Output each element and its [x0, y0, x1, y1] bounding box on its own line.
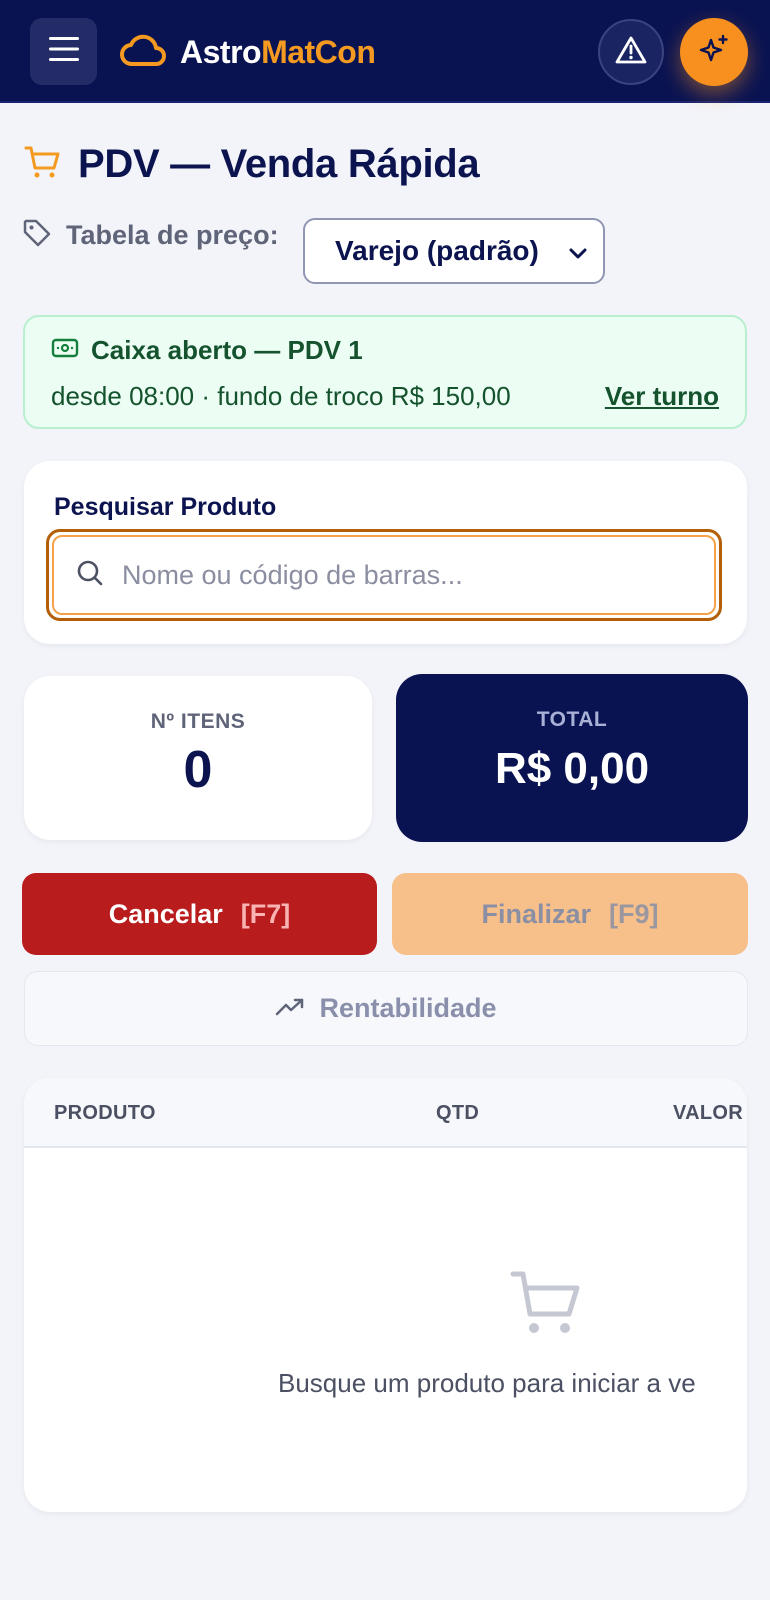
column-header-product: PRODUTO — [54, 1102, 156, 1124]
finish-shortcut: [F9] — [609, 898, 659, 929]
menu-icon — [48, 36, 79, 67]
page-title-text: PDV — Venda Rápida — [78, 142, 480, 186]
alerts-button[interactable] — [598, 19, 664, 85]
tag-icon — [22, 218, 52, 253]
search-field-inner[interactable] — [52, 535, 716, 615]
logo-text-matcon: MatCon — [261, 33, 376, 70]
items-count-card: Nº ITENS 0 — [24, 676, 372, 840]
cash-register-title: Caixa aberto — PDV 1 — [51, 335, 363, 366]
search-input[interactable] — [122, 559, 642, 591]
total-value: R$ 0,00 — [494, 744, 650, 793]
price-table-label: Tabela de preço: — [66, 220, 279, 250]
table-header: PRODUTO QTD VALOR — [24, 1078, 747, 1148]
column-header-value: VALOR — [673, 1102, 744, 1124]
chevron-down-icon — [569, 235, 587, 267]
logo-text-astro: Astro — [180, 33, 262, 70]
price-table-row: Tabela de preço: — [22, 218, 279, 253]
ai-assistant-button[interactable] — [680, 18, 748, 86]
app-logo[interactable]: AstroMatCon — [120, 28, 376, 76]
cash-register-title-text: Caixa aberto — PDV 1 — [91, 335, 363, 365]
search-icon — [76, 559, 104, 592]
view-shift-link[interactable]: Ver turno — [605, 381, 719, 412]
search-field[interactable] — [46, 529, 722, 621]
cart-table: PRODUTO QTD VALOR Busque um produto para… — [24, 1078, 747, 1512]
cancel-button-label: Cancelar — [108, 898, 223, 929]
profitability-label: Rentabilidade — [319, 993, 497, 1023]
total-card: TOTAL R$ 0,00 — [396, 674, 748, 842]
finish-button-label: Finalizar — [481, 898, 592, 929]
search-card: Pesquisar Produto — [24, 461, 747, 644]
menu-button[interactable] — [30, 18, 97, 85]
profitability-button[interactable]: Rentabilidade — [24, 971, 748, 1046]
finish-button[interactable]: Finalizar [F9] — [392, 873, 748, 955]
trending-up-icon — [275, 993, 305, 1024]
cash-register-status: Caixa aberto — PDV 1 desde 08:00 · fundo… — [23, 315, 747, 429]
items-count-value: 0 — [183, 741, 213, 799]
sparkles-icon — [697, 33, 731, 72]
price-table-selected-value: Varejo (padrão) — [335, 235, 539, 266]
alert-triangle-icon — [615, 35, 647, 70]
items-count-label: Nº ITENS — [150, 710, 246, 733]
empty-cart-icon — [509, 1266, 581, 1343]
column-header-qty: QTD — [436, 1102, 480, 1124]
total-label: TOTAL — [536, 708, 608, 731]
shopping-cart-icon — [24, 143, 62, 186]
banknote-icon — [51, 335, 79, 366]
page-title: PDV — Venda Rápida — [24, 142, 480, 187]
empty-cart-message: Busque um produto para iniciar a ve — [278, 1368, 696, 1398]
price-table-select[interactable]: Varejo (padrão) — [303, 218, 605, 284]
cancel-shortcut: [F7] — [240, 898, 291, 929]
cash-register-subtitle: desde 08:00 · fundo de troco R$ 150,00 — [51, 381, 511, 411]
search-label: Pesquisar Produto — [54, 493, 277, 521]
logo-text: AstroMatCon — [180, 33, 376, 71]
top-bar: AstroMatCon — [0, 0, 770, 103]
cloud-logo-icon — [120, 33, 166, 72]
cancel-button[interactable]: Cancelar [F7] — [22, 873, 377, 955]
